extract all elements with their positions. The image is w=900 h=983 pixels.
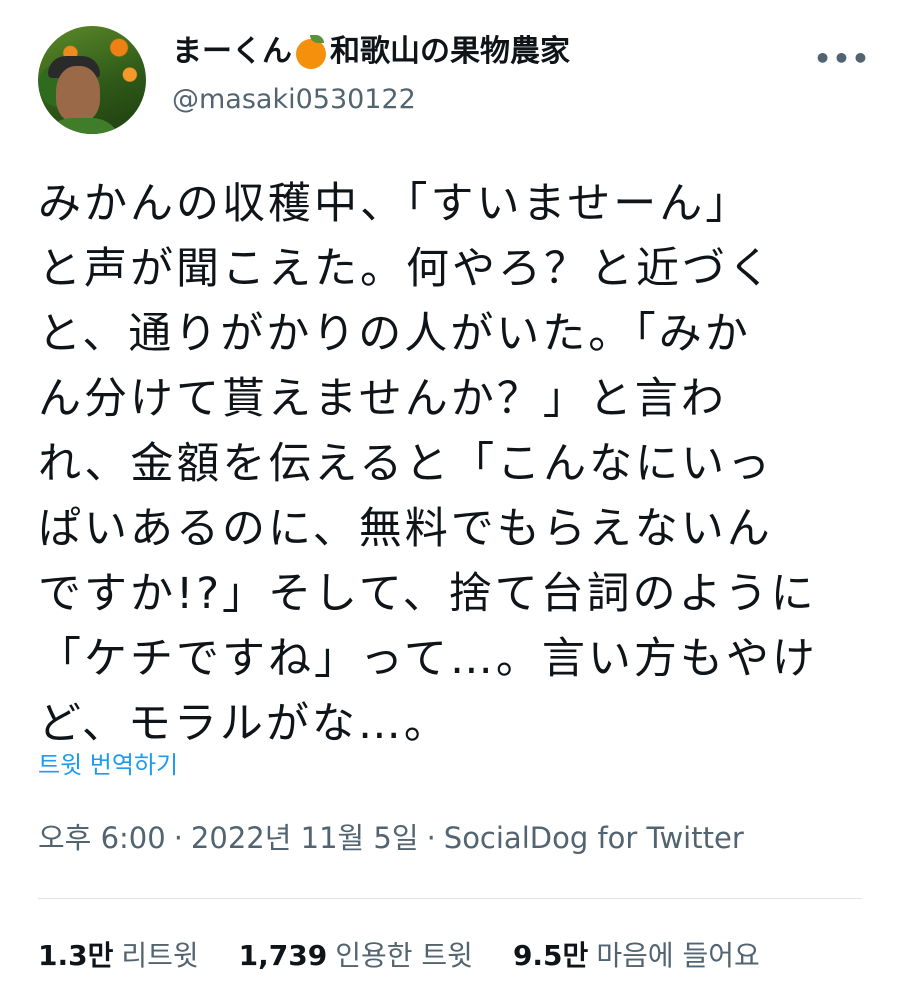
meta-separator: ·	[173, 821, 183, 855]
display-name[interactable]: まーくん 和歌山の果物農家	[172, 32, 570, 72]
tweet-text: みかんの収穫中、「すいませーん」 と声が聞こえた。何やろ？と近づく と、通りがか…	[38, 172, 878, 757]
orange-icon	[294, 35, 328, 69]
tweet-meta: 오후 6:00 · 2022년 11월 5일 · SocialDog for Twitt…	[38, 818, 744, 858]
quotes-label: 인용한 트윗	[335, 939, 473, 972]
retweets-label: 리트윗	[121, 939, 199, 972]
display-name-prefix: まーくん	[172, 34, 292, 69]
tweet-source[interactable]: SocialDog for Twitter	[444, 821, 744, 855]
tweet-detail: まーくん 和歌山の果物農家 @masaki0530122 ••• みかんの収穫中…	[0, 0, 900, 983]
avatar-shirt	[42, 118, 122, 134]
avatar[interactable]	[38, 26, 146, 134]
tweet-text-line: と声が聞こえた。何やろ？と近づく	[38, 244, 774, 294]
avatar-face	[56, 66, 100, 122]
meta-separator: ·	[426, 821, 436, 855]
tweet-text-line: ぱいあるのに、無料でもらえないん	[38, 504, 773, 554]
tweet-text-line: れ、金額を伝えると「こんなにいっ	[38, 439, 774, 489]
retweets-stat[interactable]: 1.3만 리트윗	[38, 936, 199, 976]
translate-tweet-link[interactable]: 트윗 번역하기	[38, 748, 178, 782]
display-name-suffix: 和歌山の果物農家	[330, 34, 570, 69]
likes-stat[interactable]: 9.5만 마음에 들어요	[513, 936, 760, 976]
divider	[38, 898, 862, 899]
user-handle[interactable]: @masaki0530122	[172, 82, 416, 118]
tweet-date[interactable]: 2022년 11월 5일	[191, 821, 419, 855]
tweet-text-line: ですか!?」そして、捨て台詞のように	[38, 569, 817, 619]
more-options-button[interactable]: •••	[814, 40, 870, 76]
tweet-text-line: みかんの収穫中、「すいませーん」	[38, 179, 752, 229]
quotes-count: 1,739	[238, 939, 328, 972]
likes-label: 마음에 들어요	[596, 939, 760, 972]
tweet-text-line: と、通りがかりの人がいた。「みか	[38, 309, 751, 359]
tweet-text-line: ん分けて貰えませんか？」と言わ	[38, 374, 727, 424]
quotes-stat[interactable]: 1,739 인용한 트윗	[239, 936, 473, 976]
tweet-text-line: 「ケチですね」って…。言い方もやけ	[38, 634, 818, 684]
likes-count: 9.5만	[512, 939, 589, 972]
tweet-time[interactable]: 오후 6:00	[38, 821, 166, 855]
tweet-stats: 1.3만 리트윗 1,739 인용한 트윗 9.5만 마음에 들어요	[38, 936, 760, 976]
retweets-count: 1.3만	[38, 939, 114, 972]
